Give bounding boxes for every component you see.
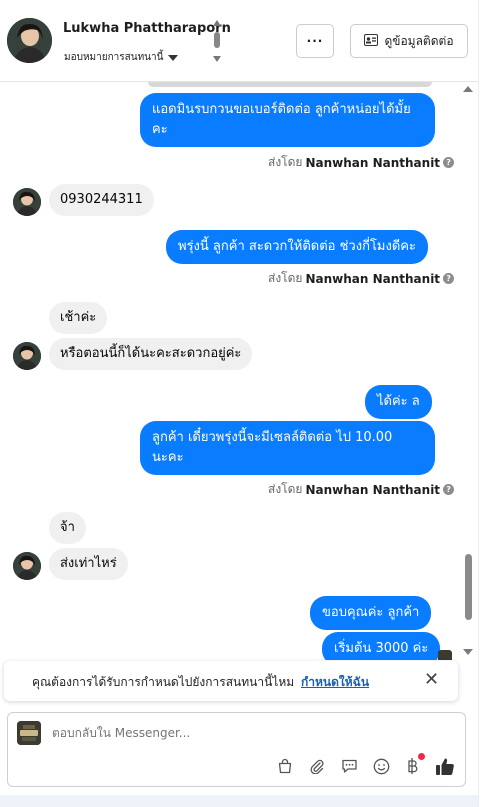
contact-avatar[interactable] — [7, 18, 52, 63]
message-outgoing: แอดมินรบกวนขอเบอร์ติดต่อ ลูกค้าหน่อยได้ม… — [140, 93, 435, 147]
baht-icon[interactable] — [402, 753, 425, 777]
message-incoming: จ้า — [49, 512, 86, 544]
assign-dropdown[interactable]: มอบหมายการสนทนานี้ — [64, 50, 179, 65]
assign-to-me-link[interactable]: กำหนดให้ฉัน — [301, 673, 369, 692]
previous-message-edge — [148, 82, 432, 87]
contact-avatar-small — [13, 342, 41, 370]
message-thread: แอดมินรบกวนขอเบอร์ติดต่อ ลูกค้าหน่อยได้ม… — [0, 82, 478, 660]
sent-by-label: ส่งโดย Nanwhan Nanthanit ? — [268, 153, 455, 172]
scrollbar-thumb[interactable] — [465, 554, 472, 620]
thumbs-up-icon[interactable] — [434, 755, 456, 777]
message-incoming: เช้าค่ะ — [49, 302, 108, 334]
more-options-button[interactable]: ··· — [296, 24, 334, 58]
sent-by-prefix: ส่งโดย — [268, 155, 303, 169]
seen-avatar — [438, 650, 452, 660]
chevron-down-icon — [168, 54, 179, 61]
sent-by-label: ส่งโดย Nanwhan Nanthanit ? — [268, 480, 455, 499]
sent-by-prefix: ส่งโดย — [268, 482, 303, 496]
assign-notice: คุณต้องการได้รับการกำหนดไปยังการสนทนานี้… — [4, 661, 458, 701]
assign-notice-text: คุณต้องการได้รับการกำหนดไปยังการสนทนานี้… — [32, 675, 295, 689]
scroll-down-icon[interactable] — [463, 649, 473, 655]
bag-icon[interactable] — [274, 755, 296, 777]
scroll-up-icon[interactable] — [463, 86, 473, 92]
sort-arrows-icon[interactable] — [211, 18, 223, 64]
message-incoming: หรือตอนนี้ก็ได้นะคะสะดวกอยู่ค่ะ — [49, 338, 253, 370]
help-icon[interactable]: ? — [443, 273, 455, 284]
reply-input[interactable] — [52, 726, 352, 740]
sender-name: Nanwhan Nanthanit — [305, 155, 441, 170]
message-outgoing: ลูกค้า เดี๋ยวพรุ่งนี้จะมีเซลล์ติดต่อ ไป … — [140, 421, 435, 475]
view-contact-info-button[interactable]: ดูข้อมูลติดต่อ — [350, 24, 468, 58]
message-incoming: ส่งเท่าไหร่ — [49, 548, 128, 580]
sent-by-prefix: ส่งโดย — [268, 271, 303, 285]
reply-box — [7, 712, 466, 787]
message-outgoing: ได้ค่ะ ล — [365, 385, 432, 419]
sender-name: Nanwhan Nanthanit — [305, 271, 441, 286]
close-icon[interactable]: ✕ — [424, 670, 439, 690]
message-incoming: 0930244311 — [49, 184, 154, 216]
message-outgoing: ขอบคุณค่ะ ลูกค้า — [310, 596, 432, 630]
chat-scrollbar[interactable] — [463, 84, 475, 664]
message-outgoing: เริ่มต้น 3000 ค่ะ — [322, 632, 441, 660]
contact-name: Lukwha Phattharaporn — [63, 21, 231, 36]
assign-label: มอบหมายการสนทนานี้ — [64, 52, 164, 63]
message-outgoing: พรุ่งนี้ ลูกค้า สะดวกให้ติดต่อ ช่วงกี่โม… — [166, 230, 428, 264]
contact-avatar-small — [13, 188, 41, 216]
page-avatar — [17, 721, 41, 745]
smiley-icon[interactable] — [370, 755, 392, 777]
help-icon[interactable]: ? — [443, 157, 455, 168]
page-scroll-rail — [478, 0, 495, 807]
paperclip-icon[interactable] — [306, 755, 328, 777]
view-contact-info-label: ดูข้อมูลติดต่อ — [384, 33, 454, 48]
help-icon[interactable]: ? — [443, 484, 455, 495]
sender-name: Nanwhan Nanthanit — [305, 482, 441, 497]
contact-card-icon — [364, 33, 379, 49]
conversation-header: Lukwha Phattharaporn มอบหมายการสนทนานี้ … — [0, 0, 478, 82]
sent-by-label: ส่งโดย Nanwhan Nanthanit ? — [268, 269, 455, 288]
chat-bubble-icon[interactable] — [338, 755, 360, 777]
contact-avatar-small — [13, 552, 41, 580]
bottom-edge — [0, 795, 478, 807]
notification-dot — [418, 753, 425, 760]
